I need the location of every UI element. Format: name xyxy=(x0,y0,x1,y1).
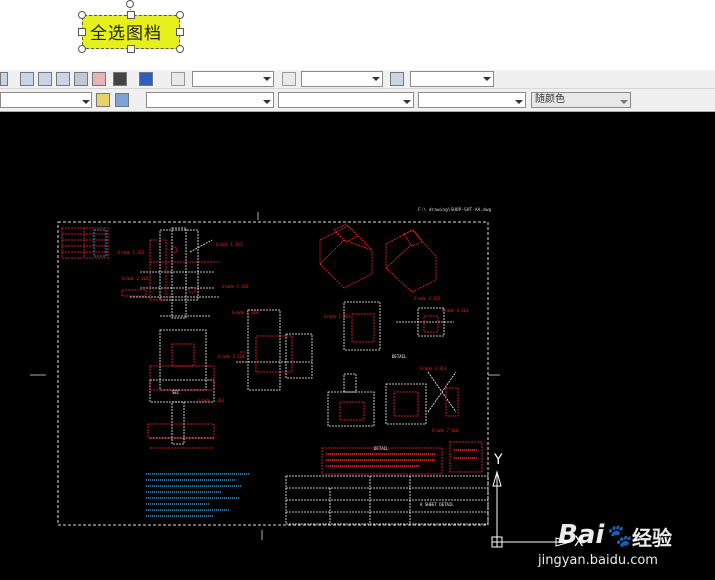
svg-text:Grade 5 2L8: Grade 5 2L8 xyxy=(222,284,249,289)
grid-icon[interactable] xyxy=(38,72,52,86)
detail-beam-connection xyxy=(343,301,454,351)
dim-style-icon[interactable] xyxy=(282,72,296,86)
dimension-labels: Grade 1 2L3 Grade 1 2L3 Grade 2 2L8 Grad… xyxy=(118,242,469,433)
plotstyle-combo[interactable]: 随颜色 xyxy=(531,92,631,108)
resize-handle-t[interactable] xyxy=(127,11,135,19)
properties-icon[interactable] xyxy=(56,72,70,86)
svg-text:Grade 2 2L8: Grade 2 2L8 xyxy=(122,276,149,281)
text-style-combo[interactable] xyxy=(192,71,274,87)
drawing-canvas[interactable]: F:\ drawing\SHOP-SHT-AA.dwg Grade 1 2L3 … xyxy=(0,112,715,580)
svg-text:DETAIL: DETAIL xyxy=(392,354,407,359)
lineweight-combo[interactable] xyxy=(418,92,526,108)
linetype-combo-arrow[interactable] xyxy=(403,100,411,104)
help-icon[interactable] xyxy=(139,72,153,86)
markup-icon[interactable] xyxy=(92,72,106,86)
svg-text:Grade 1 2L3: Grade 1 2L3 xyxy=(324,314,351,319)
table-style-icon[interactable] xyxy=(390,72,404,86)
svg-text:Grade 4 2L3: Grade 4 2L3 xyxy=(442,308,469,313)
resize-handle-l[interactable] xyxy=(78,28,86,36)
resize-handle-tr[interactable] xyxy=(176,11,184,19)
title-block xyxy=(285,475,489,525)
baidu-logo-watermark: Bai🐾 xyxy=(558,520,632,550)
detail-bracket xyxy=(327,371,457,427)
pick-icon[interactable] xyxy=(0,72,8,86)
calculator-icon[interactable] xyxy=(113,72,127,86)
table-icon[interactable] xyxy=(20,72,34,86)
resize-handle-b[interactable] xyxy=(127,45,135,53)
detail-connection-mid xyxy=(236,309,313,391)
lineweight-combo-arrow[interactable] xyxy=(515,100,523,104)
svg-text:Grade 5 2L8: Grade 5 2L8 xyxy=(218,354,245,359)
sheet-path-text: F:\ drawing\SHOP-SHT-AA.dwg xyxy=(418,207,491,213)
svg-text:DETAIL: DETAIL xyxy=(374,446,389,451)
table-style-combo[interactable] xyxy=(410,71,494,87)
resize-handle-r[interactable] xyxy=(176,28,184,36)
layers-toolbar: 随颜色 xyxy=(0,89,715,112)
layer-combo[interactable] xyxy=(0,92,92,108)
watermark-url: jingyan.baidu.com xyxy=(538,553,658,568)
resize-handle-tl[interactable] xyxy=(78,11,86,19)
sheet-border xyxy=(57,221,489,526)
plotstyle-combo-arrow[interactable] xyxy=(620,100,628,104)
svg-text:Grade 7 2L8: Grade 7 2L8 xyxy=(432,428,459,433)
text-style-icon[interactable] xyxy=(171,72,185,86)
detail-column-upper xyxy=(130,227,220,319)
svg-text:Grade 8 2L8: Grade 8 2L8 xyxy=(232,310,259,315)
detail-column-base xyxy=(149,329,215,445)
resize-handle-bl[interactable] xyxy=(78,45,86,53)
title-block-text: A SHEET DETAIL xyxy=(420,502,454,507)
layer-previous-icon[interactable] xyxy=(115,93,129,107)
isometric-part-a xyxy=(319,223,373,289)
layer-manager-icon[interactable] xyxy=(96,93,110,107)
svg-text:Grade 1 2L3: Grade 1 2L3 xyxy=(198,398,225,403)
general-notes-red xyxy=(321,441,483,475)
color-combo-arrow[interactable] xyxy=(263,100,271,104)
svg-text:Grade 3 2L3: Grade 3 2L3 xyxy=(414,296,441,301)
resize-handle-br[interactable] xyxy=(176,45,184,53)
standard-toolbar xyxy=(0,70,715,89)
svg-text:SEC: SEC xyxy=(172,390,180,395)
linetype-combo[interactable] xyxy=(278,92,414,108)
svg-text:Grade 3 2L3: Grade 3 2L3 xyxy=(420,366,447,371)
rotation-handle[interactable] xyxy=(126,0,134,8)
ucs-y-label: Y xyxy=(493,452,503,468)
jingyan-logo-watermark: 经验 xyxy=(632,526,672,550)
detail-column-base-red xyxy=(147,343,215,449)
detail-beam-connection-red xyxy=(351,313,439,343)
revision-table xyxy=(61,227,109,259)
callout-label: 全选图档 xyxy=(90,24,162,44)
dim-style-combo[interactable] xyxy=(301,71,383,87)
general-notes-blue xyxy=(146,473,250,517)
detail-column-upper-red xyxy=(121,239,220,301)
layer-combo-arrow[interactable] xyxy=(82,100,90,104)
cad-drawing: F:\ drawing\SHOP-SHT-AA.dwg Grade 1 2L3 … xyxy=(30,207,584,550)
svg-text:Grade 1 2L3: Grade 1 2L3 xyxy=(118,250,145,255)
isometric-part-b xyxy=(385,229,437,293)
detail-bracket-red xyxy=(339,387,459,421)
sheet-icon[interactable] xyxy=(74,72,88,86)
svg-text:Grade 1 2L3: Grade 1 2L3 xyxy=(216,242,243,247)
color-combo[interactable] xyxy=(146,92,274,108)
